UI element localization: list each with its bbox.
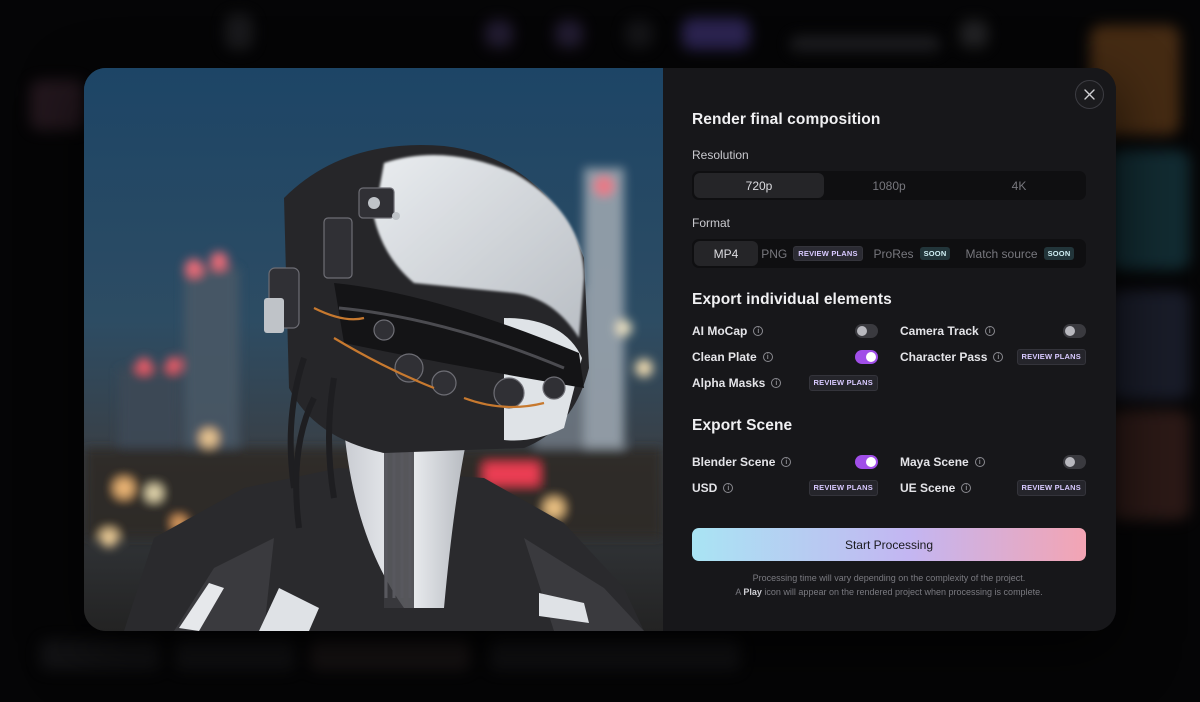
element-row-ai-mocap: AI MoCap i [692,323,878,339]
info-icon[interactable]: i [762,352,773,362]
processing-footnote: Processing time will vary depending on t… [692,571,1086,599]
review-plans-badge[interactable]: REVIEW PLANS [808,375,878,391]
element-row-alpha-masks: Alpha Masks i REVIEW PLANS [692,375,878,391]
scene-section-title: Export Scene [692,417,793,434]
format-option-label: MP4 [713,246,739,261]
scene-label: Blender Scene [692,455,776,469]
close-icon [1084,89,1095,100]
bg-chip [485,20,513,48]
bg-button [682,18,750,50]
bg-row [310,640,470,670]
info-icon[interactable]: i [771,378,782,388]
elements-section-title: Export individual elements [692,291,892,308]
scene-row-usd: USD i REVIEW PLANS [692,480,878,496]
footnote-text: icon will appear on the rendered project… [761,587,1043,597]
review-plans-badge[interactable]: REVIEW PLANS [1016,480,1086,496]
info-icon[interactable]: i [974,457,985,467]
format-option-prores[interactable]: ProRes SOON [866,241,958,266]
scene-row-blender: Blender Scene i [692,454,878,470]
start-processing-button[interactable]: Start Processing [692,528,1086,561]
modal-title: Render final composition [692,111,881,128]
bg-chip [625,20,653,48]
soon-badge: SOON [919,246,951,261]
bg-icon [960,20,988,48]
scene-grid: Blender Scene i Maya Scene i USD i REVIEW P… [692,454,1086,496]
info-icon[interactable]: i [993,352,1004,362]
bg-thumb [1110,150,1190,270]
info-icon[interactable]: i [984,326,995,336]
bg-thumb [1110,290,1190,400]
scene-label: USD [692,481,718,495]
review-plans-badge[interactable]: REVIEW PLANS [1016,349,1086,365]
review-plans-badge[interactable]: REVIEW PLANS [808,480,878,496]
format-label: Format [692,216,731,230]
resolution-selector: 720p 1080p 4K [692,171,1086,200]
footnote-line-1: Processing time will vary depending on t… [752,573,1026,583]
play-keyword: Play [743,587,762,597]
format-option-label: ProRes [873,246,914,261]
scene-row-ue: UE Scene i REVIEW PLANS [900,480,1086,496]
render-modal: Render final composition Resolution 720p… [84,68,1116,631]
scene-row-maya: Maya Scene i [900,454,1086,470]
bg-avatar [225,14,253,50]
element-label: Clean Plate [692,350,757,364]
close-button[interactable] [1075,80,1104,109]
element-label: AI MoCap [692,324,748,338]
blender-scene-toggle[interactable] [855,455,878,469]
maya-scene-toggle[interactable] [1063,455,1086,469]
format-option-mp4[interactable]: MP4 [694,241,758,266]
soon-badge: SOON [1043,246,1075,261]
element-row-clean-plate: Clean Plate i [692,349,878,365]
resolution-label: Resolution [692,148,749,162]
resolution-option-720p[interactable]: 720p [694,173,824,198]
scene-label: UE Scene [900,481,956,495]
info-icon[interactable]: i [753,326,764,336]
format-option-label: Match source [965,246,1038,261]
format-option-match-source[interactable]: Match source SOON [958,241,1082,266]
format-option-png[interactable]: PNG REVIEW PLANS [758,241,866,266]
element-label: Character Pass [900,350,988,364]
element-row-character-pass: Character Pass i REVIEW PLANS [900,349,1086,365]
review-plans-badge[interactable]: REVIEW PLANS [793,245,863,262]
elements-grid: AI MoCap i Camera Track i Clean Plate i Cha… [692,323,1086,391]
format-option-label: PNG [761,246,788,261]
bg-row [490,640,740,670]
resolution-option-1080p[interactable]: 1080p [824,173,954,198]
element-row-camera-track: Camera Track i [900,323,1086,339]
bg-card [30,80,84,130]
footnote-line-2: A Play icon will appear on the rendered … [692,585,1086,599]
info-icon[interactable]: i [723,483,734,493]
bg-row [40,640,160,670]
cyborg-illustration [84,68,663,631]
info-icon[interactable]: i [961,483,972,493]
bg-row [175,640,295,670]
bg-chip [555,20,583,48]
bg-search [790,36,940,52]
clean-plate-toggle[interactable] [855,350,878,364]
element-label: Camera Track [900,324,979,338]
element-label: Alpha Masks [692,376,766,390]
bg-thumb [1110,410,1190,520]
scene-label: Maya Scene [900,455,969,469]
format-selector: MP4 PNG REVIEW PLANS ProRes SOON Match s… [692,239,1086,268]
settings-panel: Render final composition Resolution 720p… [663,68,1116,631]
ai-mocap-toggle[interactable] [855,324,878,338]
info-icon[interactable]: i [781,457,792,467]
preview-image [84,68,663,631]
camera-track-toggle[interactable] [1063,324,1086,338]
resolution-option-4k[interactable]: 4K [954,173,1084,198]
